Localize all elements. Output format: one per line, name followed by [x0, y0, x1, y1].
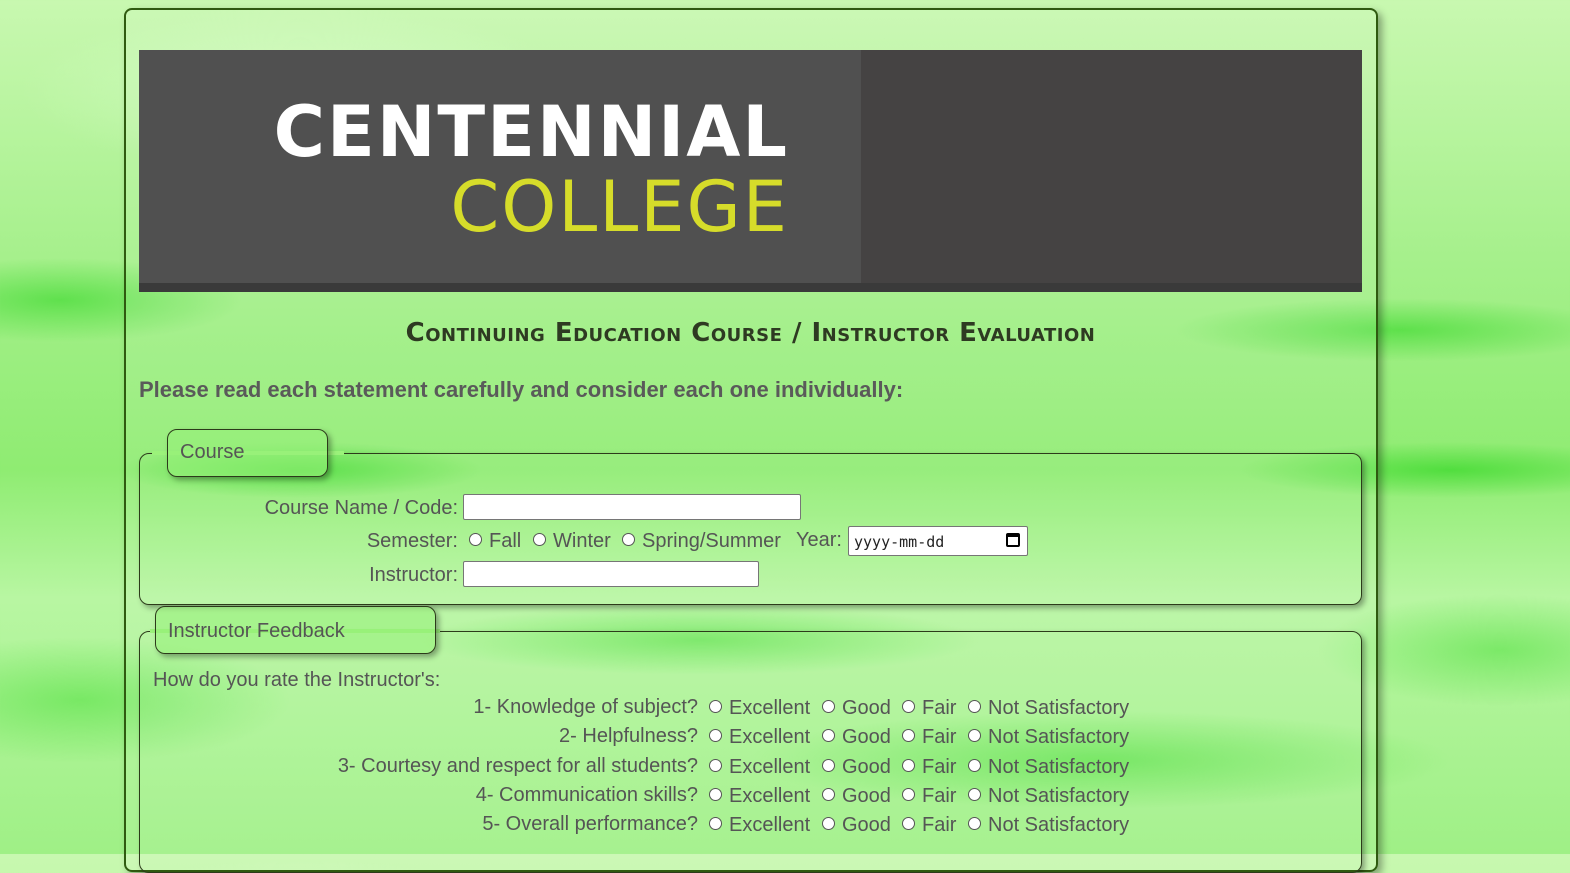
course-name-label: Course Name / Code: [264, 497, 458, 519]
logo: CENTENNIAL COLLEGE [139, 50, 861, 283]
rating-good-label: Good [842, 697, 891, 719]
rating-fair-radio[interactable] [902, 788, 915, 801]
rating-row: 3- Courtesy and respect for all students… [0, 755, 1570, 784]
course-name-input[interactable] [463, 494, 801, 520]
instructor-label: Instructor: [369, 564, 458, 586]
rating-fair-radio[interactable] [902, 700, 915, 713]
rating-excellent-radio[interactable] [709, 788, 722, 801]
instructor-input[interactable] [463, 561, 759, 587]
rating-question: 4- Communication skills? [475, 784, 698, 806]
rating-question: 5- Overall performance? [482, 813, 698, 835]
banner-divider [139, 283, 1362, 292]
semester-spring-summer-radio[interactable] [622, 533, 635, 546]
rating-fair-label: Fair [922, 697, 957, 719]
course-legend-label: Course [180, 441, 245, 463]
rating-not-satisfactory-radio[interactable] [968, 788, 981, 801]
instructor-feedback-legend: Instructor Feedback [155, 606, 436, 654]
rating-fair-label: Fair [922, 814, 957, 836]
rating-fair-label: Fair [922, 785, 957, 807]
rating-good-label: Good [842, 814, 891, 836]
rating-not-satisfactory-label: Not Satisfactory [988, 697, 1130, 719]
rating-row: 1- Knowledge of subject? Excellent Good Fai… [0, 696, 1570, 725]
rating-good-radio[interactable] [822, 759, 835, 772]
rating-good-radio[interactable] [822, 788, 835, 801]
rating-excellent-label: Excellent [729, 814, 811, 836]
rating-excellent-label: Excellent [729, 697, 811, 719]
rating-row: 4- Communication skills? Excellent Good Fai… [0, 784, 1570, 813]
logo-line2: COLLEGE [450, 166, 789, 248]
rating-not-satisfactory-label: Not Satisfactory [988, 756, 1130, 778]
semester-fall-label: Fall [489, 530, 522, 552]
rating-good-label: Good [842, 756, 891, 778]
semester-spring-summer-label: Spring/Summer [642, 530, 781, 552]
rating-fair-radio[interactable] [902, 817, 915, 830]
rating-not-satisfactory-label: Not Satisfactory [988, 726, 1130, 748]
rating-not-satisfactory-radio[interactable] [968, 759, 981, 772]
rating-excellent-radio[interactable] [709, 817, 722, 830]
semester-label: Semester: [366, 530, 458, 552]
rating-excellent-label: Excellent [729, 785, 811, 807]
rating-excellent-radio[interactable] [709, 700, 722, 713]
rating-excellent-label: Excellent [729, 756, 811, 778]
rating-not-satisfactory-label: Not Satisfactory [988, 814, 1130, 836]
rating-excellent-radio[interactable] [709, 729, 722, 742]
rating-fair-radio[interactable] [902, 759, 915, 772]
instructions-text: Please read each statement carefully and… [139, 377, 904, 402]
rating-fair-label: Fair [922, 726, 957, 748]
rating-fair-label: Fair [922, 756, 957, 778]
logo-line1: CENTENNIAL [273, 91, 789, 173]
rating-excellent-radio[interactable] [709, 759, 722, 772]
year-label: Year: [796, 529, 842, 551]
calendar-icon[interactable] [1006, 533, 1020, 547]
rating-prompt: How do you rate the Instructor's: [153, 669, 441, 691]
rating-good-label: Good [842, 785, 891, 807]
rating-not-satisfactory-radio[interactable] [968, 729, 981, 742]
course-legend: Course [167, 429, 328, 477]
year-placeholder: yyyy-mm-dd [854, 533, 945, 551]
rating-good-radio[interactable] [822, 817, 835, 830]
rating-question: 1- Knowledge of subject? [473, 696, 698, 718]
rating-good-label: Good [842, 726, 891, 748]
rating-row: 2- Helpfulness? Excellent Good Fair Not Sati… [0, 725, 1570, 754]
year-date-input[interactable]: yyyy-mm-dd [848, 526, 1028, 556]
rating-question: 2- Helpfulness? [559, 725, 698, 747]
page-title: Continuing Education Course / Instructor… [405, 318, 1096, 348]
rating-good-radio[interactable] [822, 700, 835, 713]
rating-not-satisfactory-radio[interactable] [968, 700, 981, 713]
rating-question: 3- Courtesy and respect for all students… [337, 755, 698, 777]
rating-good-radio[interactable] [822, 729, 835, 742]
instructor-feedback-legend-label: Instructor Feedback [168, 620, 345, 642]
header-banner: CENTENNIAL COLLEGE [139, 50, 1362, 292]
rating-fair-radio[interactable] [902, 729, 915, 742]
semester-winter-label: Winter [553, 530, 611, 552]
rating-not-satisfactory-radio[interactable] [968, 817, 981, 830]
semester-winter-radio[interactable] [533, 533, 546, 546]
rating-not-satisfactory-label: Not Satisfactory [988, 785, 1130, 807]
rating-row: 5- Overall performance? Excellent Good Fair… [0, 813, 1570, 842]
rating-excellent-label: Excellent [729, 726, 811, 748]
semester-fall-radio[interactable] [469, 533, 482, 546]
